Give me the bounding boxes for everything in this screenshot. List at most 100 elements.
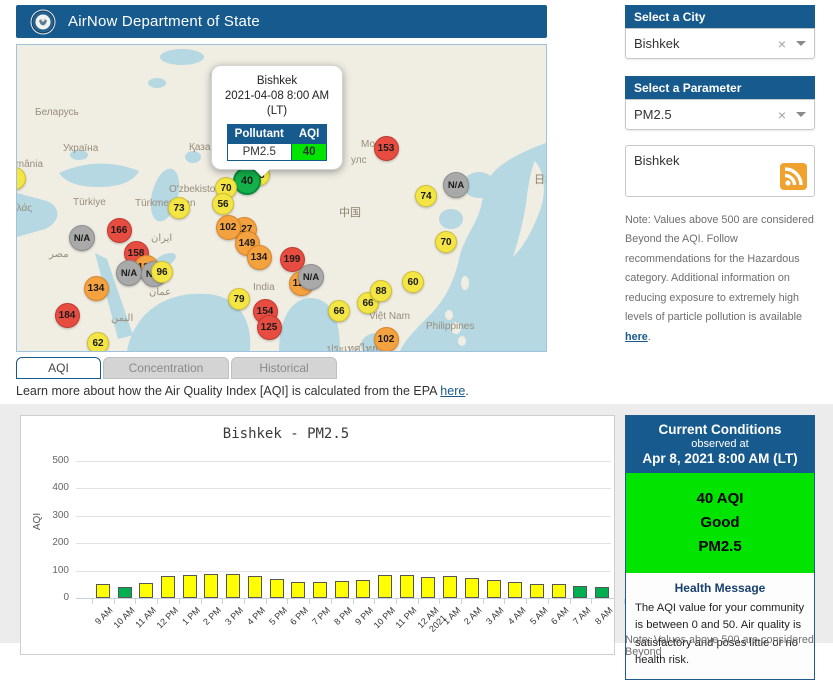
chart-x-tick-mark [92, 599, 93, 604]
map-marker-56[interactable]: 56 [212, 193, 234, 215]
map-marker-166[interactable]: 166 [106, 217, 132, 243]
chart-bar-7am[interactable] [573, 586, 588, 598]
chart-gridline [76, 515, 611, 517]
chart-title: Bishkek - PM2.5 [222, 426, 350, 442]
chart-bar-7pm[interactable] [312, 582, 327, 598]
city-select-value: Bishkek [634, 36, 680, 51]
map-marker-184[interactable]: 184 [54, 302, 80, 328]
map-marker-96[interactable]: 96 [151, 261, 173, 283]
chart-bar-10am[interactable] [117, 587, 132, 598]
map-marker-na[interactable]: N/A [116, 260, 142, 286]
chart-x-tick-mark [309, 599, 311, 604]
chart-y-tick-label: 500 [52, 455, 69, 466]
chart-x-tick-mark [113, 599, 115, 604]
map[interactable]: БеларусьУкраїнаRomâniaΕλλάςTürkiyeҚазақс… [16, 44, 547, 352]
tab-aqi[interactable]: AQI [16, 357, 101, 379]
chart-x-tick-mark [461, 599, 463, 604]
beyond-aqi-note: Note: Values above 500 are considered Be… [625, 211, 817, 347]
chart-bar-1am[interactable] [443, 575, 458, 598]
chart-x-tick-label: 4 PM [244, 605, 267, 627]
map-marker-134[interactable]: 134 [246, 244, 272, 270]
chart-bar-10pm[interactable] [378, 574, 393, 598]
chart-x-tick-mark [287, 599, 289, 604]
map-marker-na[interactable]: N/A [443, 172, 469, 198]
aqi-value: 40 AQI [696, 490, 744, 507]
chart-x-tick-mark [591, 599, 593, 604]
select-city-header: Select a City [625, 5, 815, 28]
chart-x-tick-mark [417, 599, 419, 604]
city-select[interactable]: Bishkek × [625, 28, 815, 59]
note-here-link[interactable]: here [625, 331, 648, 343]
chart-x-tick-label: 6 AM [549, 605, 571, 627]
rss-city-label: Bishkek [634, 153, 680, 168]
chart-bar-2am[interactable] [464, 577, 479, 598]
parameter-clear-icon[interactable]: × [778, 107, 786, 123]
parameter-select[interactable]: PM2.5 × [625, 99, 815, 130]
map-marker-62[interactable]: 62 [87, 332, 109, 351]
chart-bar-6am[interactable] [551, 583, 566, 598]
chart-x-tick-mark [504, 599, 506, 604]
tab-historical[interactable]: Historical [231, 357, 337, 379]
chart-bar-12am[interactable] [421, 576, 436, 598]
chart-x-tick-mark [157, 599, 159, 604]
map-marker-60[interactable]: 60 [402, 271, 424, 293]
map-marker-125[interactable]: 125 [256, 314, 282, 340]
chart-x-tick-label: 12 PM [154, 605, 181, 631]
chart-x-tick-mark [352, 599, 354, 604]
map-marker-na[interactable]: N/A [298, 264, 324, 290]
chart-bar-4pm[interactable] [247, 576, 262, 598]
popup-timezone: (LT) [266, 104, 288, 117]
chart-bar-6pm[interactable] [291, 582, 306, 598]
map-marker-66[interactable]: 66 [328, 300, 350, 322]
city-chevron-down-icon[interactable] [796, 41, 806, 46]
parameter-chevron-down-icon[interactable] [796, 112, 806, 117]
current-conditions-header: Current Conditions observed at Apr 8, 20… [626, 416, 814, 473]
chart-x-tick-label: 8 AM [592, 605, 615, 627]
popup-table: Pollutant AQI PM2.5 40 [226, 123, 328, 161]
chart-x-tick-mark [482, 599, 484, 604]
chart-x-tick-label: 11 AM [133, 605, 159, 630]
chart-x-tick-mark [200, 599, 202, 604]
chart-x-tick-mark [330, 599, 332, 604]
chart-gridline [76, 461, 611, 462]
chart-bar-11am[interactable] [139, 583, 154, 598]
chart-x-tick-mark [135, 599, 137, 604]
chart-bar-9pm[interactable] [356, 580, 371, 598]
learn-more-here-link[interactable]: here [440, 384, 465, 398]
chart-bar-2pm[interactable] [204, 574, 219, 598]
rss-feed-icon[interactable] [780, 163, 807, 190]
map-marker-na[interactable]: N/A [69, 225, 95, 251]
current-conditions-title: Current Conditions [658, 422, 782, 437]
app-header: AirNow Department of State [16, 5, 547, 38]
chart-bar-8pm[interactable] [334, 581, 349, 598]
chart-bar-3pm[interactable] [226, 574, 241, 598]
map-marker-73[interactable]: 73 [168, 197, 190, 219]
chart-y-tick-label: 100 [52, 564, 69, 576]
map-marker-88[interactable]: 88 [370, 280, 392, 302]
map-marker-102[interactable]: 102 [373, 326, 399, 351]
popup-col-pollutant: Pollutant [226, 123, 292, 144]
tab-concentration[interactable]: Concentration [103, 357, 229, 379]
chart-x-tick-mark [526, 599, 528, 604]
chart-bar-3am[interactable] [486, 580, 501, 598]
chart-bar-4am[interactable] [508, 581, 523, 598]
chart-y-tick-label: 0 [63, 592, 69, 603]
chart-x-tick-mark [569, 599, 571, 604]
map-marker-70[interactable]: 70 [435, 231, 457, 253]
chart-bar-1pm[interactable] [182, 575, 197, 598]
chart-bar-5am[interactable] [530, 583, 545, 598]
popup-col-aqi: AQI [290, 123, 328, 144]
chart-x-tick-label: 1 PM [179, 605, 202, 627]
chart-bar-5pm[interactable] [269, 578, 284, 598]
map-marker-153[interactable]: 153 [373, 135, 399, 161]
chart-bar-11pm[interactable] [399, 575, 414, 598]
chart-bar-9am[interactable] [95, 583, 110, 598]
map-marker-134[interactable]: 134 [83, 275, 109, 301]
select-parameter-header: Select a Parameter [625, 76, 815, 99]
map-marker-74[interactable]: 74 [415, 185, 437, 207]
chart-bar-8am[interactable] [595, 587, 610, 598]
chart-bar-12pm[interactable] [160, 576, 175, 598]
chart-x-tick-mark [222, 599, 224, 604]
map-marker-79[interactable]: 79 [228, 288, 250, 310]
city-clear-icon[interactable]: × [778, 36, 786, 52]
